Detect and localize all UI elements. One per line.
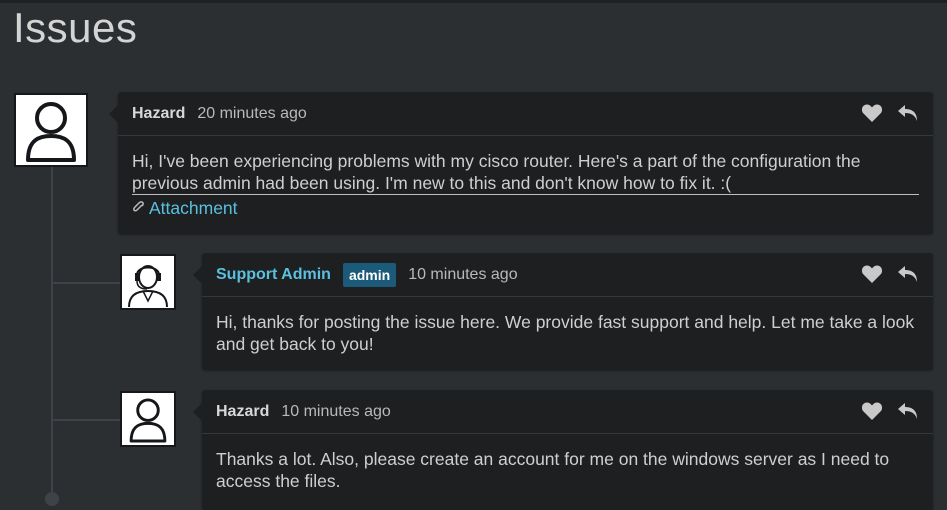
heart-icon[interactable]: [861, 264, 883, 284]
reply-icon[interactable]: [897, 401, 919, 421]
paperclip-icon: [132, 197, 145, 219]
reply-icon[interactable]: [897, 103, 919, 123]
comment-author[interactable]: Hazard: [216, 403, 269, 421]
comment-text-line: previous admin had been using. I'm new t…: [132, 172, 919, 195]
attachment: Attachment: [132, 197, 919, 219]
heart-icon[interactable]: [861, 103, 883, 123]
comment-card: Hazard 10 minutes ago Thanks a lot. Also…: [193, 390, 933, 510]
comment-header: Hazard 20 minutes ago: [118, 92, 933, 136]
comment-header: Hazard 10 minutes ago: [202, 390, 933, 434]
heart-icon[interactable]: [861, 401, 883, 421]
attachment-link[interactable]: Attachment: [149, 197, 238, 219]
comment-header: Support Admin admin 10 minutes ago: [202, 253, 933, 297]
page-title: Issues: [13, 4, 138, 51]
comment-actions: [861, 401, 919, 421]
avatar[interactable]: [120, 391, 176, 447]
comment-actions: [861, 264, 919, 284]
card-pointer: [109, 105, 118, 123]
comment-actions: [861, 103, 919, 123]
admin-badge: admin: [342, 262, 397, 287]
comment-body: Thanks a lot. Also, please create an acc…: [216, 449, 890, 491]
comment-author[interactable]: Support Admin: [216, 266, 331, 284]
avatar[interactable]: [14, 93, 88, 167]
top-bar: [0, 0, 947, 3]
comment-time: 10 minutes ago: [408, 265, 518, 283]
comment-text-line: Hi, I've been experiencing problems with…: [132, 151, 861, 171]
comment-time: 10 minutes ago: [281, 402, 391, 420]
thread-end-dot: [45, 492, 59, 506]
comment-body: Hi, thanks for posting the issue here. W…: [216, 312, 915, 354]
comment-card: Hazard 20 minutes ago Hi, I've been expe…: [109, 92, 933, 234]
card-pointer: [193, 403, 202, 421]
comment-card: Support Admin admin 10 minutes ago Hi, t…: [193, 253, 933, 370]
user-icon: [126, 395, 170, 443]
avatar[interactable]: [120, 254, 176, 310]
comment-body: Hi, I've been experiencing problems with…: [118, 136, 933, 229]
card-pointer: [193, 266, 202, 284]
support-agent-icon: [123, 257, 173, 307]
user-icon: [21, 98, 81, 162]
comment-time: 20 minutes ago: [197, 104, 307, 122]
thread-branch: [51, 419, 121, 421]
thread-branch: [51, 282, 121, 284]
comment-author[interactable]: Hazard: [132, 105, 185, 123]
thread-line: [51, 167, 53, 501]
reply-icon[interactable]: [897, 264, 919, 284]
